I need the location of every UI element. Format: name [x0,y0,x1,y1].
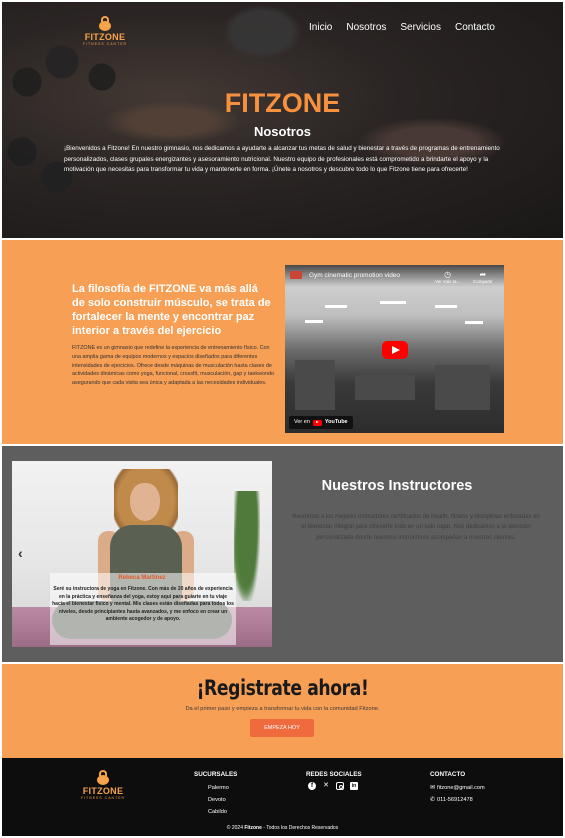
brand-logo[interactable]: FITZONE FITNESS CANTER [80,16,130,46]
copyright: © 2024 Fitzone - Todos los Derechos Rese… [226,825,339,831]
start-today-button[interactable]: EMPEZA HOY [250,719,314,737]
instructors-text: Reunimos a los mejores instructores cert… [292,514,540,541]
hero-title: FITZONE [224,88,341,118]
footer: FITZONE FITNESS CANTER SUCURSALES Palerm… [2,758,563,836]
watch-on-youtube-button[interactable]: Ver en YouTube [289,416,353,429]
kettlebell-icon [98,16,112,31]
nav-nosotros[interactable]: Nosotros [346,22,386,33]
linkedin-icon[interactable]: in [350,782,358,790]
carousel-prev-arrow[interactable]: ‹ [18,545,23,561]
footer-sucursales: SUCURSALES Palermo Devoto Cabildo [194,771,237,818]
about-section: La filosofía de FITZONE va más allá de s… [2,240,563,444]
footer-logo[interactable]: FITZONE FITNESS CANTER [78,770,128,800]
branch-devoto[interactable]: Devoto [194,794,237,806]
kettlebell-icon [96,770,110,785]
watch-later-button[interactable]: ◷ Ver más ta... [435,270,460,284]
hero-subtitle: Nosotros [253,124,312,139]
whatsapp-icon: ✆ [430,797,436,803]
register-section: ¡Registrate ahora! Da el primer paso y e… [2,664,563,758]
channel-avatar[interactable] [290,271,302,279]
share-icon: ➦ [479,270,487,279]
instagram-icon[interactable] [336,782,344,790]
footer-social: REDES SOCIALES f ✕ in [306,771,362,790]
video-title[interactable]: Gym cinematic promotion video [309,272,400,279]
youtube-icon [312,419,322,426]
instructor-carousel[interactable]: Rebeca Martinez Seré su instructora de y… [12,461,272,647]
play-button[interactable] [382,341,408,359]
nav-contacto[interactable]: Contacto [455,22,495,33]
about-heading: La filosofía de FITZONE va más allá de s… [72,283,271,337]
register-text: Da el primer paso y empieza a transforma… [185,706,380,712]
instructor-bio: Seré su instructora de yoga en Fitzone. … [52,586,234,623]
contact-phone[interactable]: ✆ 011-56912478 [430,794,485,806]
branch-palermo[interactable]: Palermo [194,782,237,794]
x-icon[interactable]: ✕ [322,782,330,790]
share-button[interactable]: ➦ Compartir [473,270,493,284]
footer-contact: CONTACTO ✉ fitzone@gmail.com ✆ 011-56912… [430,771,485,806]
nav-inicio[interactable]: Inicio [309,22,332,33]
hero-description: ¡Bienvenidos a Fitzone! En nuestro gimna… [64,145,500,173]
facebook-icon[interactable]: f [308,782,316,790]
about-text: FITZONE es un gimnasio que redefine la e… [72,345,274,387]
register-heading: ¡Registrate ahora! [196,676,369,700]
instructors-section: Rebeca Martinez Seré su instructora de y… [2,446,563,662]
main-nav: Inicio Nosotros Servicios Contacto [309,22,495,33]
youtube-video-embed[interactable]: Gym cinematic promotion video ◷ Ver más … [285,265,504,433]
instructors-heading: Nuestros Instructores [321,478,473,494]
branch-cabildo[interactable]: Cabildo [194,806,237,818]
hero-section: FITZONE FITNESS CANTER Inicio Nosotros S… [2,2,563,238]
clock-icon: ◷ [444,270,452,279]
nav-servicios[interactable]: Servicios [400,22,441,33]
instructor-name: Rebeca Martinez [118,575,166,581]
mail-icon: ✉ [430,785,436,791]
contact-email[interactable]: ✉ fitzone@gmail.com [430,782,485,794]
